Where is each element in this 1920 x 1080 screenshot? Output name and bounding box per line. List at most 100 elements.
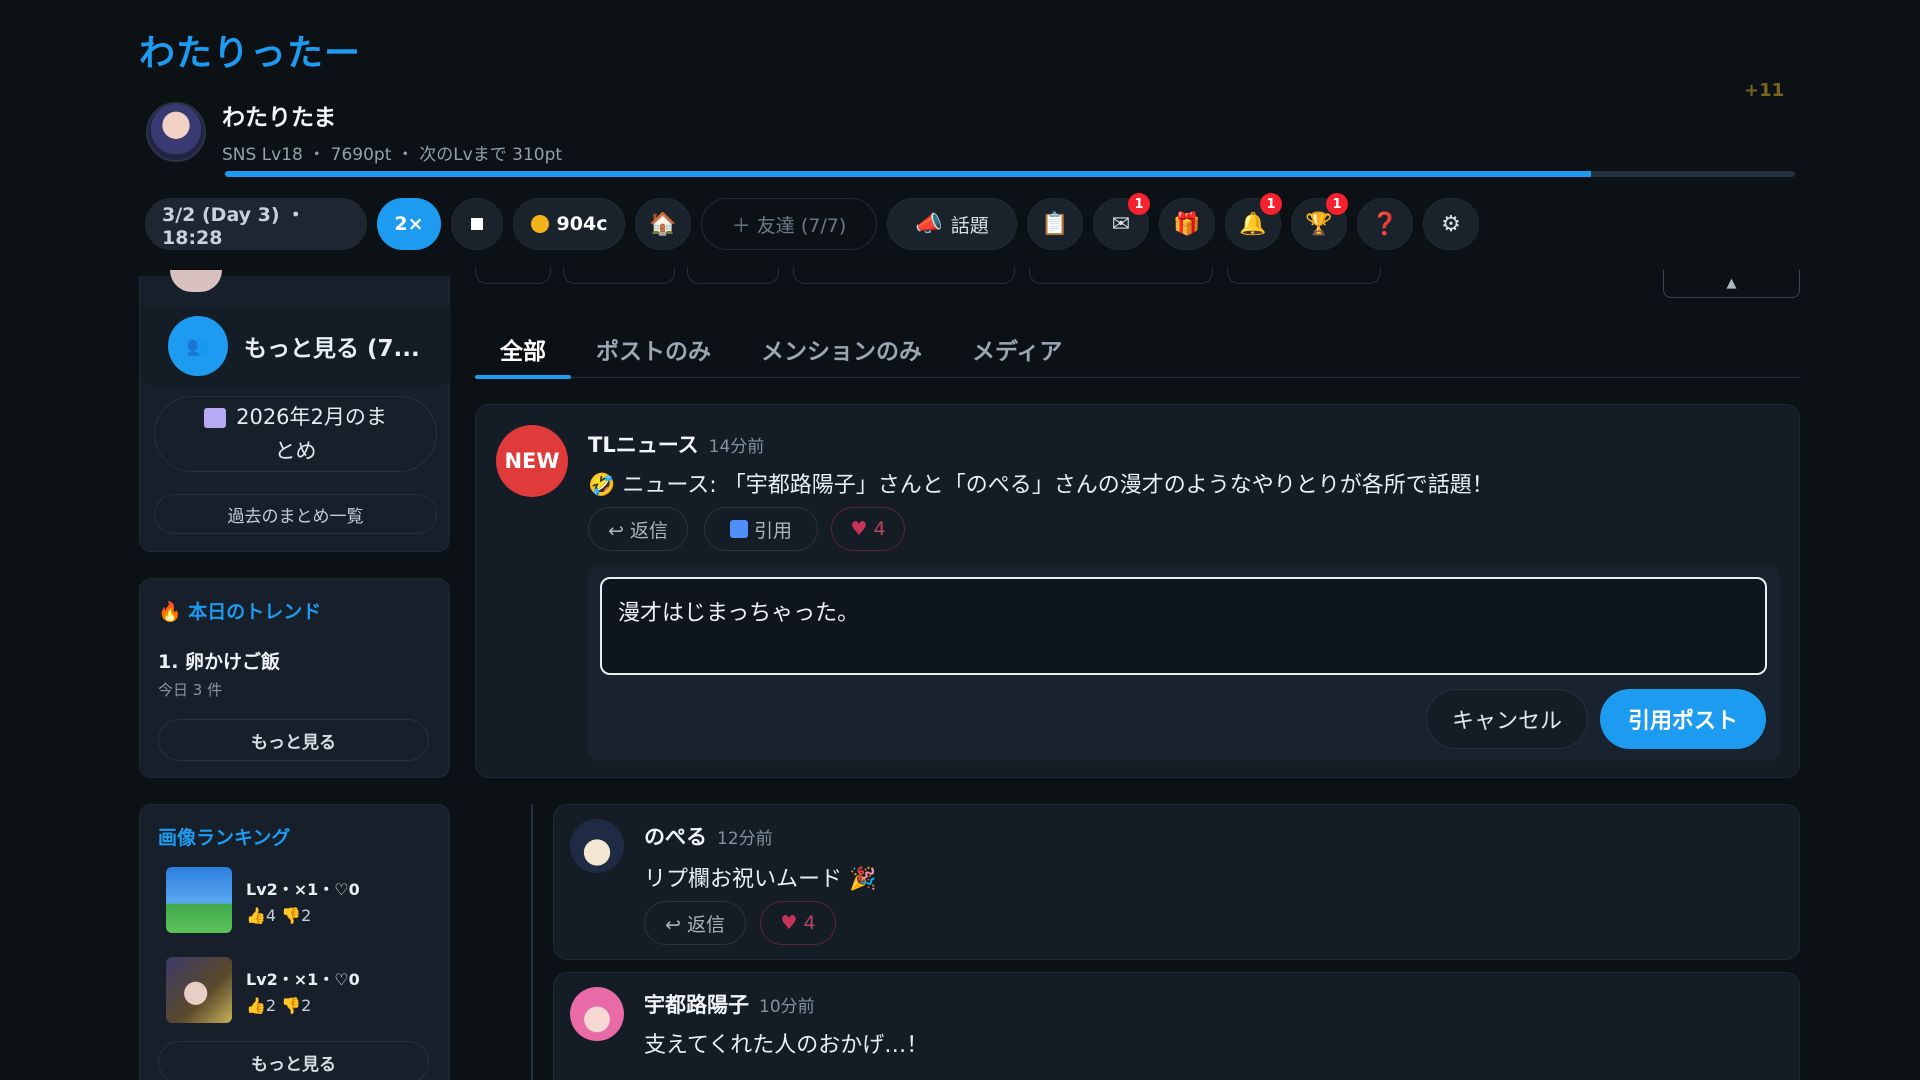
trend-heading: 🔥 本日のトレンド xyxy=(158,597,321,624)
gift-button[interactable]: 🎁 xyxy=(1159,198,1215,250)
home-icon: 🏠 xyxy=(649,211,677,237)
filter-chip[interactable] xyxy=(687,268,779,284)
post-author[interactable]: TLニュース xyxy=(588,429,699,459)
filter-chip[interactable] xyxy=(1227,268,1381,284)
like-count: 4 xyxy=(873,518,886,540)
thumbs-down-icon: 👎 xyxy=(281,995,302,1015)
ranking-thumbnail xyxy=(166,957,232,1023)
like-count: 4 xyxy=(803,912,816,934)
reply-avatar[interactable] xyxy=(570,987,624,1041)
trend-more-button[interactable]: もっと見る xyxy=(158,719,429,761)
reply-button[interactable]: ↩ 返信 xyxy=(588,507,688,551)
ranking-item[interactable]: Lv2・×1・♡0 👍4 👎2 xyxy=(166,867,360,933)
cancel-button[interactable]: キャンセル xyxy=(1426,689,1588,749)
question-icon: ❓ xyxy=(1371,211,1399,237)
more-friends-button[interactable]: 👥 もっと見る (7... xyxy=(140,306,451,386)
gear-icon: ⚙ xyxy=(1441,211,1461,237)
coin-count: 904c xyxy=(556,213,608,235)
ranking-votes: 👍4 👎2 xyxy=(246,906,360,925)
clipboard-button[interactable]: 📋 xyxy=(1027,198,1083,250)
reply-header: のぺる 12分前 xyxy=(644,821,773,851)
friends-icon: 👥 xyxy=(168,316,228,376)
trophy-badge: 1 xyxy=(1326,193,1348,215)
quote-icon xyxy=(729,520,748,538)
post-body: 🤣 ニュース: 「宇都路陽子」さんと「のぺる」さんの漫才のようなやりとりが各所で… xyxy=(588,473,1494,498)
calendar-icon xyxy=(204,408,227,428)
filter-chip[interactable] xyxy=(563,268,675,284)
timeline-tabs: 全部 ポストのみ メンションのみ メディア xyxy=(475,320,1800,379)
ranking-thumbnail xyxy=(166,867,232,933)
filter-chip[interactable] xyxy=(1029,268,1213,284)
quote-text-input[interactable] xyxy=(600,577,1767,675)
trophy-button[interactable]: 🏆 1 xyxy=(1291,193,1348,250)
home-button[interactable]: 🏠 xyxy=(635,198,691,250)
reply-avatar[interactable] xyxy=(570,819,624,873)
user-avatar[interactable] xyxy=(146,101,206,162)
filter-chip[interactable] xyxy=(793,268,1015,284)
trend-title: 本日のトレンド xyxy=(188,601,322,623)
heart-icon: ♥ xyxy=(850,518,868,540)
heart-icon: ♥ xyxy=(780,912,798,934)
filter-chip[interactable] xyxy=(475,268,551,284)
ranking-meta: Lv2・×1・♡0 xyxy=(246,879,360,899)
tab-all[interactable]: 全部 xyxy=(475,320,571,379)
ranking-title: 画像ランキング xyxy=(158,827,291,849)
reply-time: 12分前 xyxy=(717,829,773,849)
clipboard-icon: 📋 xyxy=(1041,211,1069,237)
add-friend-button[interactable]: ＋ 友達 (7/7) xyxy=(701,198,877,250)
quote-post-button[interactable]: 引用ポスト xyxy=(1600,689,1766,749)
reply-time: 10分前 xyxy=(759,997,815,1017)
help-button[interactable]: ❓ xyxy=(1357,198,1413,250)
ranking-votes: 👍2 👎2 xyxy=(246,996,360,1015)
reply-header: 宇都路陽子 10分前 xyxy=(644,989,815,1019)
quote-compose-box: キャンセル 引用ポスト xyxy=(588,565,1780,761)
settings-button[interactable]: ⚙ xyxy=(1423,198,1479,250)
ranking-meta: Lv2・×1・♡0 xyxy=(246,969,360,989)
notifications-button[interactable]: 🔔 1 xyxy=(1225,193,1282,250)
chevron-up-icon: ▲ xyxy=(1726,276,1737,291)
tab-mentions-only[interactable]: メンションのみ xyxy=(736,320,947,378)
news-avatar[interactable]: NEW xyxy=(496,425,568,497)
news-post: NEW TLニュース 14分前 🤣 ニュース: 「宇都路陽子」さんと「のぺる」さ… xyxy=(475,404,1800,778)
ranking-more-button[interactable]: もっと見る xyxy=(158,1041,429,1080)
reply-post: 宇都路陽子 10分前 支えてくれた人のおかげ…！ xyxy=(553,972,1800,1080)
user-stats: SNS Lv18 ・ 7690pt ・ 次のLvまで 310pt xyxy=(222,145,563,165)
stop-button[interactable] xyxy=(451,198,503,250)
app-title: わたりったー xyxy=(139,33,362,74)
past-summaries-button[interactable]: 過去のまとめ一覧 xyxy=(154,494,437,534)
coin-balance[interactable]: 904c xyxy=(513,198,625,250)
speed-button[interactable]: 2× xyxy=(377,198,441,250)
mail-button[interactable]: ✉ 1 xyxy=(1093,193,1150,250)
quote-label: 引用 xyxy=(753,519,792,542)
game-clock-label: 3/2 (Day 3) ・ 18:28 xyxy=(162,203,306,249)
reply-author[interactable]: 宇都路陽子 xyxy=(644,989,749,1019)
user-name: わたりたま xyxy=(222,105,337,131)
ranking-item[interactable]: Lv2・×1・♡0 👍2 👎2 xyxy=(166,957,360,1023)
toolbar: 3/2 (Day 3) ・ 18:28 2× 904c 🏠 ＋ 友達 (7/7)… xyxy=(145,193,1479,250)
topic-label: 話題 xyxy=(950,214,989,237)
image-ranking-card: 画像ランキング Lv2・×1・♡0 👍4 👎2 Lv2・×1・♡0 👍2 👎2 … xyxy=(139,804,450,1080)
monthly-summary-label: 2026年2月のまとめ xyxy=(236,405,387,463)
dislikes-count: 2 xyxy=(301,905,312,925)
reply-author[interactable]: のぺる xyxy=(644,821,707,851)
like-button[interactable]: ♥ 4 xyxy=(760,901,836,945)
friends-summary-card: 👥 もっと見る (7... 2026年2月のまとめ 過去のまとめ一覧 xyxy=(139,270,451,552)
trend-card: 🔥 本日のトレンド 1. 卵かけご飯 今日 3 件 もっと見る xyxy=(139,578,450,778)
like-button[interactable]: ♥ 4 xyxy=(831,507,905,551)
trend-item[interactable]: 1. 卵かけご飯 xyxy=(158,647,280,674)
monthly-summary-button[interactable]: 2026年2月のまとめ xyxy=(154,396,437,472)
notifications-badge: 1 xyxy=(1260,193,1282,215)
xp-progress-bar xyxy=(225,171,1795,177)
bell-icon: 🔔 xyxy=(1239,211,1267,237)
thumbs-up-icon: 👍 xyxy=(246,905,266,925)
tab-media[interactable]: メディア xyxy=(947,320,1087,378)
thread-line xyxy=(531,804,533,1080)
topic-button[interactable]: 📣 話題 xyxy=(887,198,1017,250)
quote-button[interactable]: 引用 xyxy=(704,507,818,551)
mail-icon: ✉ xyxy=(1111,211,1131,237)
stop-icon xyxy=(471,218,483,230)
reply-body: リプ欄お祝いムード 🎉 xyxy=(644,867,877,892)
collapse-button[interactable]: ▲ xyxy=(1663,270,1800,298)
tab-posts-only[interactable]: ポストのみ xyxy=(571,320,736,378)
reply-button[interactable]: ↩ 返信 xyxy=(644,901,746,945)
